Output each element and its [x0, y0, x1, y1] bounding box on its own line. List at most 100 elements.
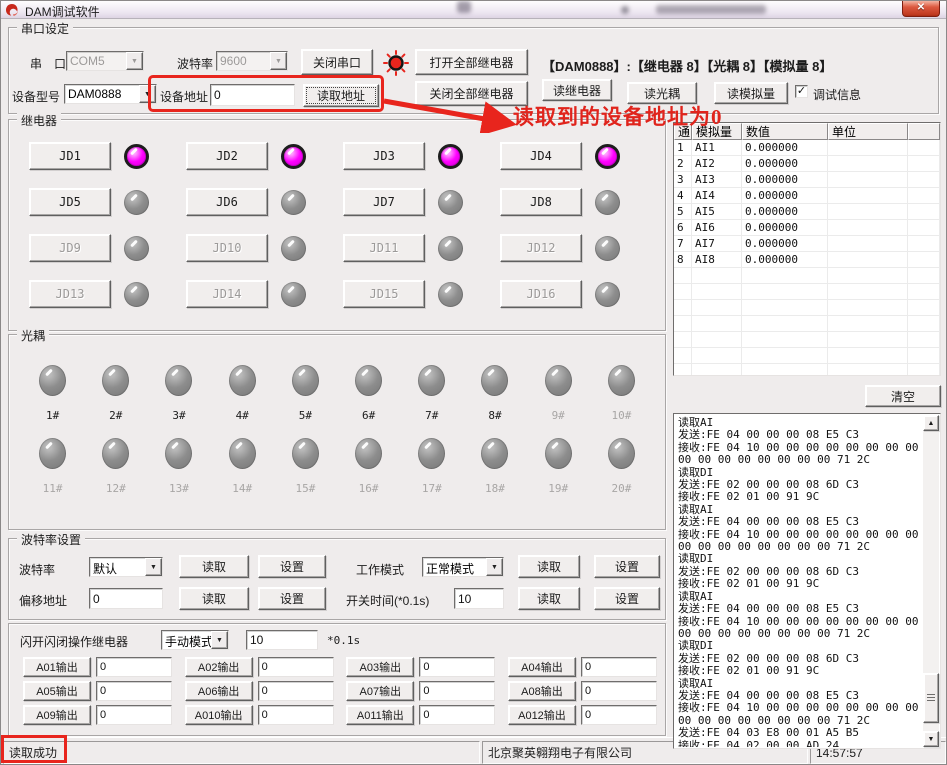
output-value-a011输出[interactable] — [419, 705, 495, 725]
table-row[interactable]: 2AI20.000000 — [674, 156, 940, 172]
output-value-a06输出[interactable] — [258, 681, 334, 701]
switch-time-set-button[interactable]: 设置 — [594, 587, 660, 610]
baud-select[interactable]: 9600 ▼ — [216, 51, 288, 71]
scrollbar-thumb[interactable] — [923, 673, 939, 723]
output-button-a05输出[interactable]: A05输出 — [23, 681, 91, 701]
output-button-a01输出[interactable]: A01输出 — [23, 657, 91, 677]
scroll-down-icon[interactable]: ▼ — [923, 731, 939, 747]
offset-set-button[interactable]: 设置 — [258, 587, 326, 610]
close-all-relays-button[interactable]: 关闭全部继电器 — [415, 81, 528, 106]
relay-button-jd13[interactable]: JD13 — [29, 280, 111, 308]
relay-button-jd1[interactable]: JD1 — [29, 142, 111, 170]
offset-address-input[interactable] — [89, 588, 163, 609]
output-value-a05输出[interactable] — [96, 681, 172, 701]
open-all-relays-button[interactable]: 打开全部继电器 — [415, 49, 528, 75]
debug-info-checkbox[interactable]: ✓ — [795, 85, 808, 98]
model-select[interactable]: DAM0888 ▼ — [64, 84, 157, 104]
output-button-a011输出[interactable]: A011输出 — [346, 705, 414, 725]
table-row[interactable]: 4AI40.000000 — [674, 188, 940, 204]
relay-button-jd15[interactable]: JD15 — [343, 280, 425, 308]
output-value-a010输出[interactable] — [258, 705, 334, 725]
log-text[interactable]: 读取AI 发送:FE 04 00 00 00 08 E5 C3 接收:FE 04… — [675, 415, 922, 747]
relay-button-jd7[interactable]: JD7 — [343, 188, 425, 216]
relay-cell: JD1 — [29, 142, 186, 170]
relay-button-jd12[interactable]: JD12 — [500, 234, 582, 262]
baud-setting-select[interactable]: 默认 ▼ — [89, 557, 163, 577]
table-row[interactable]: 5AI50.000000 — [674, 204, 940, 220]
close-port-button[interactable]: 关闭串口 — [301, 49, 373, 75]
relay-button-jd14[interactable]: JD14 — [186, 280, 268, 308]
read-analog-button[interactable]: 读模拟量 — [714, 82, 788, 104]
output-button-a02输出[interactable]: A02输出 — [185, 657, 253, 677]
output-value-a01输出[interactable] — [96, 657, 172, 677]
output-button-a06输出[interactable]: A06输出 — [185, 681, 253, 701]
relay-button-jd3[interactable]: JD3 — [343, 142, 425, 170]
table-row[interactable]: 1AI10.000000 — [674, 140, 940, 156]
relay-led-jd13 — [124, 282, 149, 307]
relay-cell: JD10 — [186, 234, 343, 262]
relay-button-jd6[interactable]: JD6 — [186, 188, 268, 216]
title-bar[interactable]: DAM调试软件 ✕ — [1, 1, 946, 19]
opto-channel-18: 18# — [463, 438, 526, 495]
read-relays-button[interactable]: 读继电器 — [542, 79, 612, 101]
relay-led-jd5 — [124, 190, 149, 215]
relay-button-jd11[interactable]: JD11 — [343, 234, 425, 262]
output-pair: A012输出 — [508, 705, 657, 725]
relay-led-jd7 — [438, 190, 463, 215]
work-mode-set-button[interactable]: 设置 — [594, 555, 660, 578]
close-button[interactable]: ✕ — [902, 1, 940, 17]
relay-button-jd4[interactable]: JD4 — [500, 142, 582, 170]
output-value-a07输出[interactable] — [419, 681, 495, 701]
switch-time-read-button[interactable]: 读取 — [518, 587, 580, 610]
opto-led-19 — [545, 438, 572, 469]
output-button-a03输出[interactable]: A03输出 — [346, 657, 414, 677]
analog-cell-empty — [742, 300, 828, 316]
device-address-input[interactable] — [210, 84, 295, 106]
output-button-a08输出[interactable]: A08输出 — [508, 681, 576, 701]
log-panel: 读取AI 发送:FE 04 00 00 00 08 E5 C3 接收:FE 04… — [673, 413, 941, 749]
output-button-a04输出[interactable]: A04输出 — [508, 657, 576, 677]
output-value-a09输出[interactable] — [96, 705, 172, 725]
relay-button-jd16[interactable]: JD16 — [500, 280, 582, 308]
port-label: 串 口 — [30, 55, 66, 72]
output-value-a08输出[interactable] — [581, 681, 657, 701]
output-value-a012输出[interactable] — [581, 705, 657, 725]
table-row[interactable]: 6AI60.000000 — [674, 220, 940, 236]
clear-log-button[interactable]: 清空 — [865, 385, 941, 407]
analog-cell-empty — [908, 364, 940, 376]
analog-cell-empty — [674, 348, 692, 364]
output-button-a010输出[interactable]: A010输出 — [185, 705, 253, 725]
relay-button-jd9[interactable]: JD9 — [29, 234, 111, 262]
switch-time-input[interactable] — [454, 588, 504, 609]
offset-read-button[interactable]: 读取 — [179, 587, 249, 610]
analog-cell-empty — [908, 332, 940, 348]
read-address-button[interactable]: 读取地址 — [303, 84, 379, 107]
table-row[interactable]: 3AI30.000000 — [674, 172, 940, 188]
relay-led-jd3 — [438, 144, 463, 169]
work-mode-read-button[interactable]: 读取 — [518, 555, 580, 578]
relay-button-jd10[interactable]: JD10 — [186, 234, 268, 262]
relay-button-jd2[interactable]: JD2 — [186, 142, 268, 170]
relay-button-jd8[interactable]: JD8 — [500, 188, 582, 216]
output-value-a04输出[interactable] — [581, 657, 657, 677]
flash-time-input[interactable] — [246, 630, 318, 650]
relay-button-jd5[interactable]: JD5 — [29, 188, 111, 216]
flash-operate-label: 闪开闪闭操作继电器 — [20, 633, 128, 650]
baud-set-button[interactable]: 设置 — [258, 555, 326, 578]
output-button-a012输出[interactable]: A012输出 — [508, 705, 576, 725]
table-row[interactable]: 7AI70.000000 — [674, 236, 940, 252]
output-value-a02输出[interactable] — [258, 657, 334, 677]
table-row[interactable]: 8AI80.000000 — [674, 252, 940, 268]
scroll-up-icon[interactable]: ▲ — [923, 415, 939, 431]
serial-group-label: 串口设定 — [17, 20, 73, 37]
work-mode-select[interactable]: 正常模式 ▼ — [422, 557, 504, 577]
output-button-a09输出[interactable]: A09输出 — [23, 705, 91, 725]
log-scrollbar[interactable]: ▲ ▼ — [923, 415, 939, 747]
output-button-a07输出[interactable]: A07输出 — [346, 681, 414, 701]
baud-read-button[interactable]: 读取 — [179, 555, 249, 578]
flash-mode-select[interactable]: 手动模式 ▼ — [161, 630, 229, 650]
port-select[interactable]: COM5 ▼ — [66, 51, 144, 71]
work-mode-value: 正常模式 — [423, 558, 486, 576]
output-value-a03输出[interactable] — [419, 657, 495, 677]
read-opto-button[interactable]: 读光耦 — [627, 82, 697, 104]
